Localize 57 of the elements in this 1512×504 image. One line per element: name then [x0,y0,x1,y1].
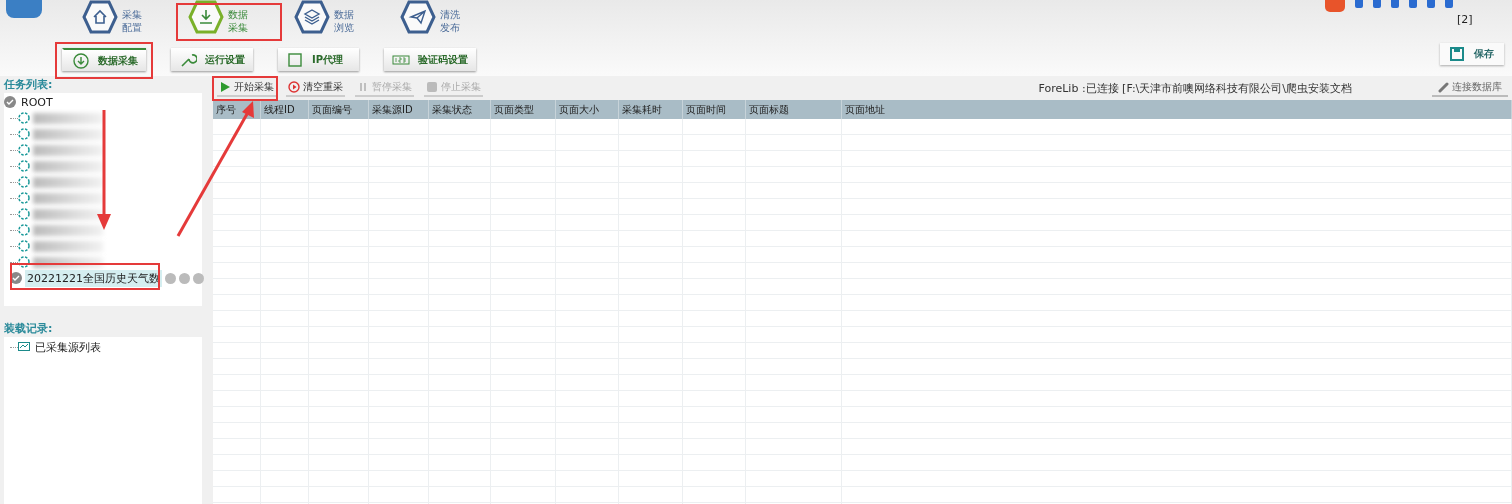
tray-icon[interactable] [1373,0,1381,8]
tree-item[interactable]: ROOT [19,94,55,110]
hexagon-house-icon [82,0,118,34]
nav-tab[interactable]: 数据 采集 [188,0,294,34]
blurred-label [33,256,103,268]
blurred-label [33,240,103,252]
blurred-label [33,224,103,236]
toolbar-button[interactable]: 开始采集 [217,79,276,97]
dashed-circle-icon [18,240,30,252]
dashed-circle-icon [18,176,30,188]
blurred-label [33,128,103,140]
tree-item[interactable]: 已采集源列表 [33,338,103,356]
dashed-circle-icon [18,128,30,140]
app-logo [6,0,42,18]
blurred-label [33,192,103,204]
square-icon [286,50,304,69]
blurred-label [33,176,103,188]
hexagon-download-icon [188,0,224,34]
tray-icon[interactable] [1409,0,1417,8]
blurred-label [33,208,103,220]
nav-tab[interactable]: 清洗 发布 [400,0,506,34]
connect-button[interactable]: 连接数据库 [1432,79,1508,97]
dashed-circle-icon [18,144,30,156]
dashed-circle-icon [18,160,30,172]
dashed-circle-icon [18,192,30,204]
count-label: [2] [1457,13,1473,26]
sub-tab[interactable]: IP代理 [278,48,359,71]
dashed-circle-icon [18,256,30,268]
save-icon [1450,47,1464,61]
sub-tab[interactable]: 验证码设置 [384,48,476,71]
save-button[interactable]: 保存 [1440,43,1504,65]
annotation-box [212,76,278,101]
chart-icon [18,341,30,353]
blurred-label [33,144,103,156]
blurred-label [33,160,103,172]
toolbar-button[interactable]: 清空重采 [286,79,345,97]
dashed-circle-icon [18,112,30,124]
status-text: ForeLib :已连接 [F:\天津市前噢网络科技有限公司\爬虫安装文档 [1038,80,1352,96]
tray-icon[interactable] [1427,0,1435,8]
tree-item[interactable]: 20221221全国历史天气数 [25,269,162,287]
hexagon-layers-icon [294,0,330,34]
tray-icon[interactable] [1445,0,1453,8]
tray-icon[interactable] [1391,0,1399,8]
sub-tab[interactable]: 数据采集 [62,48,146,71]
hexagon-paper-plane-icon [400,0,436,34]
download-icon [72,51,90,70]
panel-title: 装载记录: [4,321,54,337]
nav-tab[interactable]: 采集 配置 [82,0,188,34]
blurred-label [33,112,103,124]
nav-tab[interactable]: 数据 浏览 [294,0,400,34]
sub-tab[interactable]: 运行设置 [171,48,253,71]
play-circle-icon [288,81,300,93]
tray-icon[interactable] [1355,0,1363,8]
dashed-circle-icon [18,224,30,236]
check-icon [10,272,22,284]
panel-title: 任务列表: [4,77,54,93]
dashed-circle-icon [18,208,30,220]
